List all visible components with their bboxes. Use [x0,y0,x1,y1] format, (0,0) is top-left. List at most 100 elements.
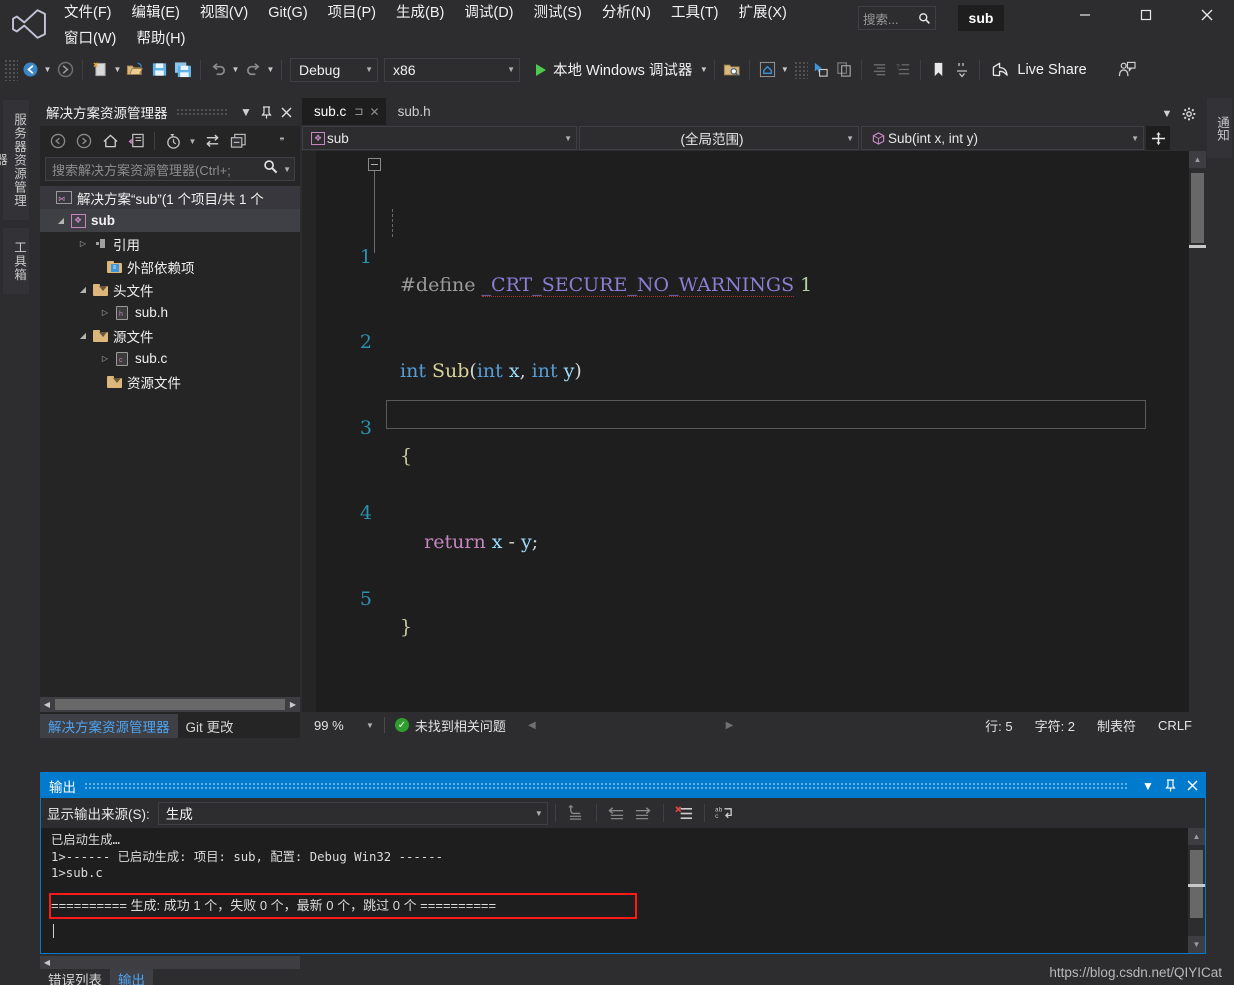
bookmark-button[interactable] [926,57,950,83]
menu-test[interactable]: 测试(S) [524,0,592,26]
tree-arrow-expanded[interactable]: ◢ [76,331,90,340]
tree-arrow-collapsed[interactable]: ▷ [76,239,90,248]
previous-issue-icon[interactable]: ◀ [528,720,536,731]
tree-arrow-collapsed[interactable]: ▷ [98,308,112,317]
solution-explorer-search-input[interactable]: 搜索解决方案资源管理器(Ctrl+; ▼ [45,157,295,181]
save-button[interactable] [147,57,171,83]
close-icon[interactable]: ✕ [370,105,380,119]
tab-error-list[interactable]: 错误列表 [40,969,110,985]
solution-explorer-hscrollbar[interactable]: ◀ ▶ [40,697,300,712]
scrollbar-track[interactable] [1189,168,1206,721]
folder-search-button[interactable] [720,57,744,83]
redo-dropdown[interactable]: ▼ [265,65,276,74]
scroll-right-icon[interactable]: ▶ [286,700,300,709]
tree-arrow-collapsed[interactable]: ▷ [98,354,112,363]
tab-git-changes[interactable]: Git 更改 [178,714,242,738]
indent-button[interactable] [867,57,891,83]
go-to-message-button[interactable] [563,801,589,825]
nav-scope-combo[interactable]: (全局范围) ▼ [579,126,859,150]
se-overflow-button[interactable]: ❞ [269,129,295,153]
pointer-select-button[interactable] [808,57,832,83]
bookmark-nav-button[interactable] [950,57,974,83]
start-debug-dropdown[interactable]: ▼ [698,65,709,74]
redo-button[interactable] [241,57,265,83]
start-debug-button[interactable]: 本地 Windows 调试器 [530,57,698,83]
tree-item-resource-files[interactable]: 资源文件 [40,370,300,393]
tab-output[interactable]: 输出 [110,969,153,985]
scroll-left-icon[interactable]: ◀ [40,700,54,709]
navigate-forward-button[interactable] [53,57,77,83]
panel-drag-handle[interactable] [175,108,228,116]
se-back-button[interactable] [45,129,71,153]
scrollbar-thumb[interactable] [1191,173,1204,243]
editor-vertical-scrollbar[interactable]: ▲ ▼ [1189,151,1206,738]
editor-tab-sub-c[interactable]: sub.c ⊐ ✕ [302,98,386,125]
gear-icon[interactable] [1178,103,1200,125]
rail-tab-server-explorer[interactable]: 服务器资源管理器 [0,100,29,220]
menu-help[interactable]: 帮助(H) [126,26,195,52]
hscroll-thumb[interactable] [55,699,285,710]
open-file-button[interactable] [123,57,147,83]
output-menu-button[interactable]: ▼ [1137,775,1159,797]
tree-item-project-sub[interactable]: ◢ ❖ sub [40,209,300,232]
indicator-margin[interactable] [302,151,316,738]
save-all-button[interactable] [171,57,195,83]
tree-item-external-dependencies[interactable]: ≡ 外部依赖项 [40,255,300,278]
panel-pin-button[interactable] [256,101,276,123]
output-text-body[interactable]: 已启动生成… 1>------ 已启动生成: 项目: sub, 配置: Debu… [41,828,1205,953]
chevron-down-icon[interactable]: ▼ [1156,103,1178,125]
undo-button[interactable] [206,57,230,83]
rail-tab-notifications[interactable]: 通知 [1207,98,1232,158]
nav-project-combo[interactable]: ❖ sub ▼ [302,126,577,150]
home-box-dropdown[interactable]: ▼ [779,65,790,74]
toolbar-grip-2[interactable] [794,60,809,79]
menu-file[interactable]: 文件(F) [54,0,122,26]
nav-member-combo[interactable]: Sub(int x, int y) ▼ [861,126,1144,150]
comment-button[interactable]: ? [891,57,915,83]
menu-window[interactable]: 窗口(W) [54,26,126,52]
next-message-button[interactable] [630,801,656,825]
output-source-combo[interactable]: 生成 ▼ [157,801,548,825]
se-pending-dropdown[interactable]: ▼ [186,129,199,153]
tree-arrow-expanded[interactable]: ◢ [54,216,68,225]
output-vertical-scrollbar[interactable]: ▲ ▼ [1188,828,1205,953]
navigate-back-dropdown[interactable]: ▼ [42,65,53,74]
tree-item-sub-h[interactable]: ▷ h sub.h [40,301,300,324]
se-collapse-all-button[interactable] [225,129,251,153]
zoom-level-combo[interactable]: 99 % ▼ [314,718,374,733]
output-close-button[interactable] [1181,775,1203,797]
bottom-dock-hscrollbar[interactable]: ◀ [40,956,300,969]
scroll-up-icon[interactable]: ▲ [1189,151,1206,168]
se-refresh-button[interactable] [199,129,225,153]
previous-message-button[interactable] [604,801,630,825]
menu-analyze[interactable]: 分析(N) [592,0,661,26]
output-drag-handle[interactable] [84,781,1129,790]
toggle-word-wrap-button[interactable]: ab c [712,801,738,825]
se-sync-document-button[interactable] [123,129,149,153]
tree-item-source-files[interactable]: ◢ 源文件 [40,324,300,347]
navigate-back-button[interactable] [18,57,42,83]
code-text-area[interactable]: − 1 #define _CRT_SECURE_NO_WARNINGS 1 2 … [302,151,1206,738]
new-file-button[interactable] [88,57,112,83]
tree-item-solution[interactable]: ⋈ 解决方案“sub”(1 个项目/共 1 个 [40,186,300,209]
se-pending-changes-button[interactable] [160,129,186,153]
panel-close-button[interactable] [276,101,296,123]
tree-item-header-files[interactable]: ◢ 头文件 [40,278,300,301]
window-minimize-button[interactable] [1062,0,1108,30]
home-box-button[interactable] [755,57,779,83]
menu-extensions[interactable]: 扩展(X) [729,0,797,26]
rail-tab-toolbox[interactable]: 工具箱 [3,228,29,294]
tab-solution-explorer[interactable]: 解决方案资源管理器 [40,714,178,738]
scroll-left-icon[interactable]: ◀ [40,958,54,967]
panel-menu-button[interactable]: ▼ [236,101,256,123]
menu-debug[interactable]: 调试(D) [454,0,523,26]
menu-build[interactable]: 生成(B) [386,0,454,26]
undo-dropdown[interactable]: ▼ [230,65,241,74]
live-share-button[interactable]: Live Share [985,57,1092,83]
window-close-button[interactable] [1184,0,1230,30]
clear-all-button[interactable] [671,801,697,825]
menu-tools[interactable]: 工具(T) [661,0,729,26]
se-forward-button[interactable] [71,129,97,153]
window-maximize-button[interactable] [1123,0,1169,30]
toolbar-grip[interactable] [4,58,18,81]
